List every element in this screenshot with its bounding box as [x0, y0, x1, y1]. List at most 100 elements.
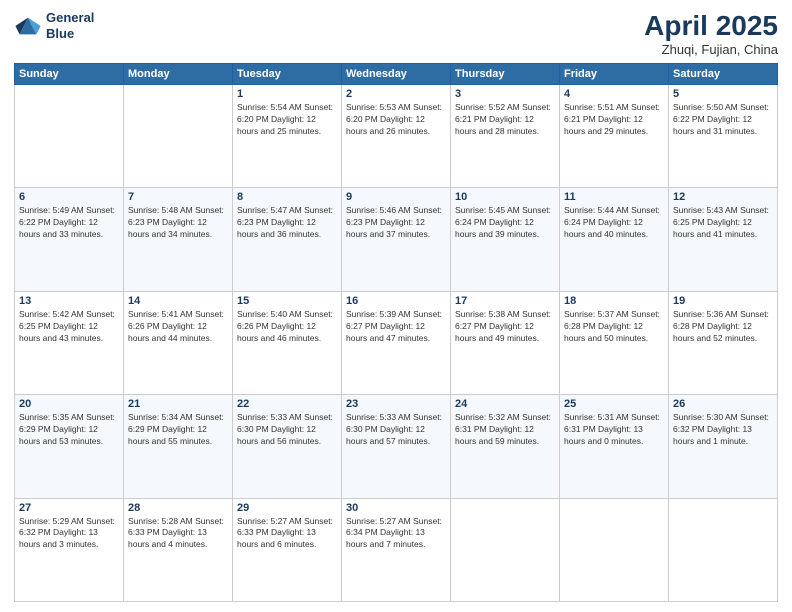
cell-w2-d3: 8 Sunrise: 5:47 AM Sunset: 6:23 PM Daylig…	[233, 188, 342, 291]
col-sunday: Sunday	[15, 64, 124, 85]
day-num-6: 6	[19, 191, 119, 203]
cell-w3-d1: 13 Sunrise: 5:42 AM Sunset: 6:25 PM Dayli…	[15, 291, 124, 394]
header: General Blue April 2025 Zhuqi, Fujian, C…	[14, 10, 778, 57]
cell-w5-d4: 30 Sunrise: 5:27 AM Sunset: 6:34 PM Dayli…	[342, 498, 451, 601]
cell-w1-d1	[15, 85, 124, 188]
day-info-26: Sunrise: 5:30 AM Sunset: 6:32 PM Dayligh…	[673, 412, 773, 448]
cell-w4-d1: 20Sunrise: 5:35 AM Sunset: 6:29 PM Dayli…	[15, 395, 124, 498]
logo-line1: General	[46, 10, 94, 26]
cell-w5-d6	[560, 498, 669, 601]
col-saturday: Saturday	[669, 64, 778, 85]
cell-w3-d3: 15 Sunrise: 5:40 AM Sunset: 6:26 PM Dayli…	[233, 291, 342, 394]
day-info-29: Sunrise: 5:27 AM Sunset: 6:33 PM Dayligh…	[237, 516, 337, 552]
cell-w2-d2: 7 Sunrise: 5:48 AM Sunset: 6:23 PM Daylig…	[124, 188, 233, 291]
cell-w1-d3: 1 Sunrise: 5:54 AM Sunset: 6:20 PM Daylig…	[233, 85, 342, 188]
logo: General Blue	[14, 10, 94, 41]
week-row-4: 20Sunrise: 5:35 AM Sunset: 6:29 PM Dayli…	[15, 395, 778, 498]
day-num-5: 5	[673, 88, 773, 100]
day-info-23: Sunrise: 5:33 AM Sunset: 6:30 PM Dayligh…	[346, 412, 446, 448]
cell-w3-d6: 18 Sunrise: 5:37 AM Sunset: 6:28 PM Dayli…	[560, 291, 669, 394]
cell-w4-d7: 26Sunrise: 5:30 AM Sunset: 6:32 PM Dayli…	[669, 395, 778, 498]
cell-w2-d1: 6 Sunrise: 5:49 AM Sunset: 6:22 PM Daylig…	[15, 188, 124, 291]
cell-w1-d5: 3Sunrise: 5:52 AM Sunset: 6:21 PM Daylig…	[451, 85, 560, 188]
cell-w5-d5	[451, 498, 560, 601]
week-row-2: 6 Sunrise: 5:49 AM Sunset: 6:22 PM Daylig…	[15, 188, 778, 291]
day-num-3: 3	[455, 88, 555, 100]
cell-w3-d7: 19Sunrise: 5:36 AM Sunset: 6:28 PM Dayli…	[669, 291, 778, 394]
day-info-1: Sunrise: 5:54 AM Sunset: 6:20 PM Dayligh…	[237, 102, 337, 138]
day-info-9: Sunrise: 5:46 AM Sunset: 6:23 PM Dayligh…	[346, 205, 446, 241]
week-row-3: 13 Sunrise: 5:42 AM Sunset: 6:25 PM Dayli…	[15, 291, 778, 394]
day-info-18: Sunrise: 5:37 AM Sunset: 6:28 PM Dayligh…	[564, 309, 664, 345]
day-info-4: Sunrise: 5:51 AM Sunset: 6:21 PM Dayligh…	[564, 102, 664, 138]
calendar-header-row: Sunday Monday Tuesday Wednesday Thursday…	[15, 64, 778, 85]
day-num-8: 8	[237, 191, 337, 203]
day-info-7: Sunrise: 5:48 AM Sunset: 6:23 PM Dayligh…	[128, 205, 228, 241]
day-num-14: 14	[128, 295, 228, 307]
day-num-17: 17	[455, 295, 555, 307]
col-friday: Friday	[560, 64, 669, 85]
day-num-27: 27	[19, 502, 119, 514]
day-num-25: 25	[564, 398, 664, 410]
day-num-7: 7	[128, 191, 228, 203]
day-num-11: 11	[564, 191, 664, 203]
day-num-28: 28	[128, 502, 228, 514]
day-info-8: Sunrise: 5:47 AM Sunset: 6:23 PM Dayligh…	[237, 205, 337, 241]
day-num-2: 2	[346, 88, 446, 100]
day-info-10: Sunrise: 5:45 AM Sunset: 6:24 PM Dayligh…	[455, 205, 555, 241]
cell-w4-d5: 24 Sunrise: 5:32 AM Sunset: 6:31 PM Dayli…	[451, 395, 560, 498]
cell-w2-d4: 9Sunrise: 5:46 AM Sunset: 6:23 PM Daylig…	[342, 188, 451, 291]
col-monday: Monday	[124, 64, 233, 85]
day-num-13: 13	[19, 295, 119, 307]
cell-w4-d2: 21 Sunrise: 5:34 AM Sunset: 6:29 PM Dayli…	[124, 395, 233, 498]
day-num-22: 22	[237, 398, 337, 410]
day-info-5: Sunrise: 5:50 AM Sunset: 6:22 PM Dayligh…	[673, 102, 773, 138]
day-info-20: Sunrise: 5:35 AM Sunset: 6:29 PM Dayligh…	[19, 412, 119, 448]
cell-w4-d4: 23Sunrise: 5:33 AM Sunset: 6:30 PM Dayli…	[342, 395, 451, 498]
cell-w1-d6: 4 Sunrise: 5:51 AM Sunset: 6:21 PM Daylig…	[560, 85, 669, 188]
day-num-30: 30	[346, 502, 446, 514]
day-num-29: 29	[237, 502, 337, 514]
day-num-16: 16	[346, 295, 446, 307]
title-month: April 2025	[644, 10, 778, 42]
cell-w5-d1: 27 Sunrise: 5:29 AM Sunset: 6:32 PM Dayli…	[15, 498, 124, 601]
day-info-15: Sunrise: 5:40 AM Sunset: 6:26 PM Dayligh…	[237, 309, 337, 345]
day-num-10: 10	[455, 191, 555, 203]
cell-w2-d6: 11Sunrise: 5:44 AM Sunset: 6:24 PM Dayli…	[560, 188, 669, 291]
day-num-1: 1	[237, 88, 337, 100]
day-num-24: 24	[455, 398, 555, 410]
day-info-19: Sunrise: 5:36 AM Sunset: 6:28 PM Dayligh…	[673, 309, 773, 345]
logo-icon	[14, 12, 42, 40]
col-thursday: Thursday	[451, 64, 560, 85]
day-info-6: Sunrise: 5:49 AM Sunset: 6:22 PM Dayligh…	[19, 205, 119, 241]
cell-w1-d2	[124, 85, 233, 188]
day-num-4: 4	[564, 88, 664, 100]
day-info-30: Sunrise: 5:27 AM Sunset: 6:34 PM Dayligh…	[346, 516, 446, 552]
cell-w4-d3: 22 Sunrise: 5:33 AM Sunset: 6:30 PM Dayli…	[233, 395, 342, 498]
cell-w3-d4: 16Sunrise: 5:39 AM Sunset: 6:27 PM Dayli…	[342, 291, 451, 394]
day-info-13: Sunrise: 5:42 AM Sunset: 6:25 PM Dayligh…	[19, 309, 119, 345]
day-num-21: 21	[128, 398, 228, 410]
title-block: April 2025 Zhuqi, Fujian, China	[644, 10, 778, 57]
title-location: Zhuqi, Fujian, China	[644, 42, 778, 57]
cell-w5-d7	[669, 498, 778, 601]
cell-w5-d2: 28 Sunrise: 5:28 AM Sunset: 6:33 PM Dayli…	[124, 498, 233, 601]
day-info-22: Sunrise: 5:33 AM Sunset: 6:30 PM Dayligh…	[237, 412, 337, 448]
logo-text: General Blue	[46, 10, 94, 41]
logo-line2: Blue	[46, 26, 94, 42]
day-info-14: Sunrise: 5:41 AM Sunset: 6:26 PM Dayligh…	[128, 309, 228, 345]
cell-w1-d7: 5 Sunrise: 5:50 AM Sunset: 6:22 PM Daylig…	[669, 85, 778, 188]
day-info-25: Sunrise: 5:31 AM Sunset: 6:31 PM Dayligh…	[564, 412, 664, 448]
day-num-18: 18	[564, 295, 664, 307]
day-info-24: Sunrise: 5:32 AM Sunset: 6:31 PM Dayligh…	[455, 412, 555, 448]
week-row-1: 1 Sunrise: 5:54 AM Sunset: 6:20 PM Daylig…	[15, 85, 778, 188]
day-info-27: Sunrise: 5:29 AM Sunset: 6:32 PM Dayligh…	[19, 516, 119, 552]
page: General Blue April 2025 Zhuqi, Fujian, C…	[0, 0, 792, 612]
day-num-12: 12	[673, 191, 773, 203]
day-info-28: Sunrise: 5:28 AM Sunset: 6:33 PM Dayligh…	[128, 516, 228, 552]
cell-w5-d3: 29 Sunrise: 5:27 AM Sunset: 6:33 PM Dayli…	[233, 498, 342, 601]
cell-w3-d2: 14 Sunrise: 5:41 AM Sunset: 6:26 PM Dayli…	[124, 291, 233, 394]
week-row-5: 27 Sunrise: 5:29 AM Sunset: 6:32 PM Dayli…	[15, 498, 778, 601]
day-num-15: 15	[237, 295, 337, 307]
day-info-21: Sunrise: 5:34 AM Sunset: 6:29 PM Dayligh…	[128, 412, 228, 448]
